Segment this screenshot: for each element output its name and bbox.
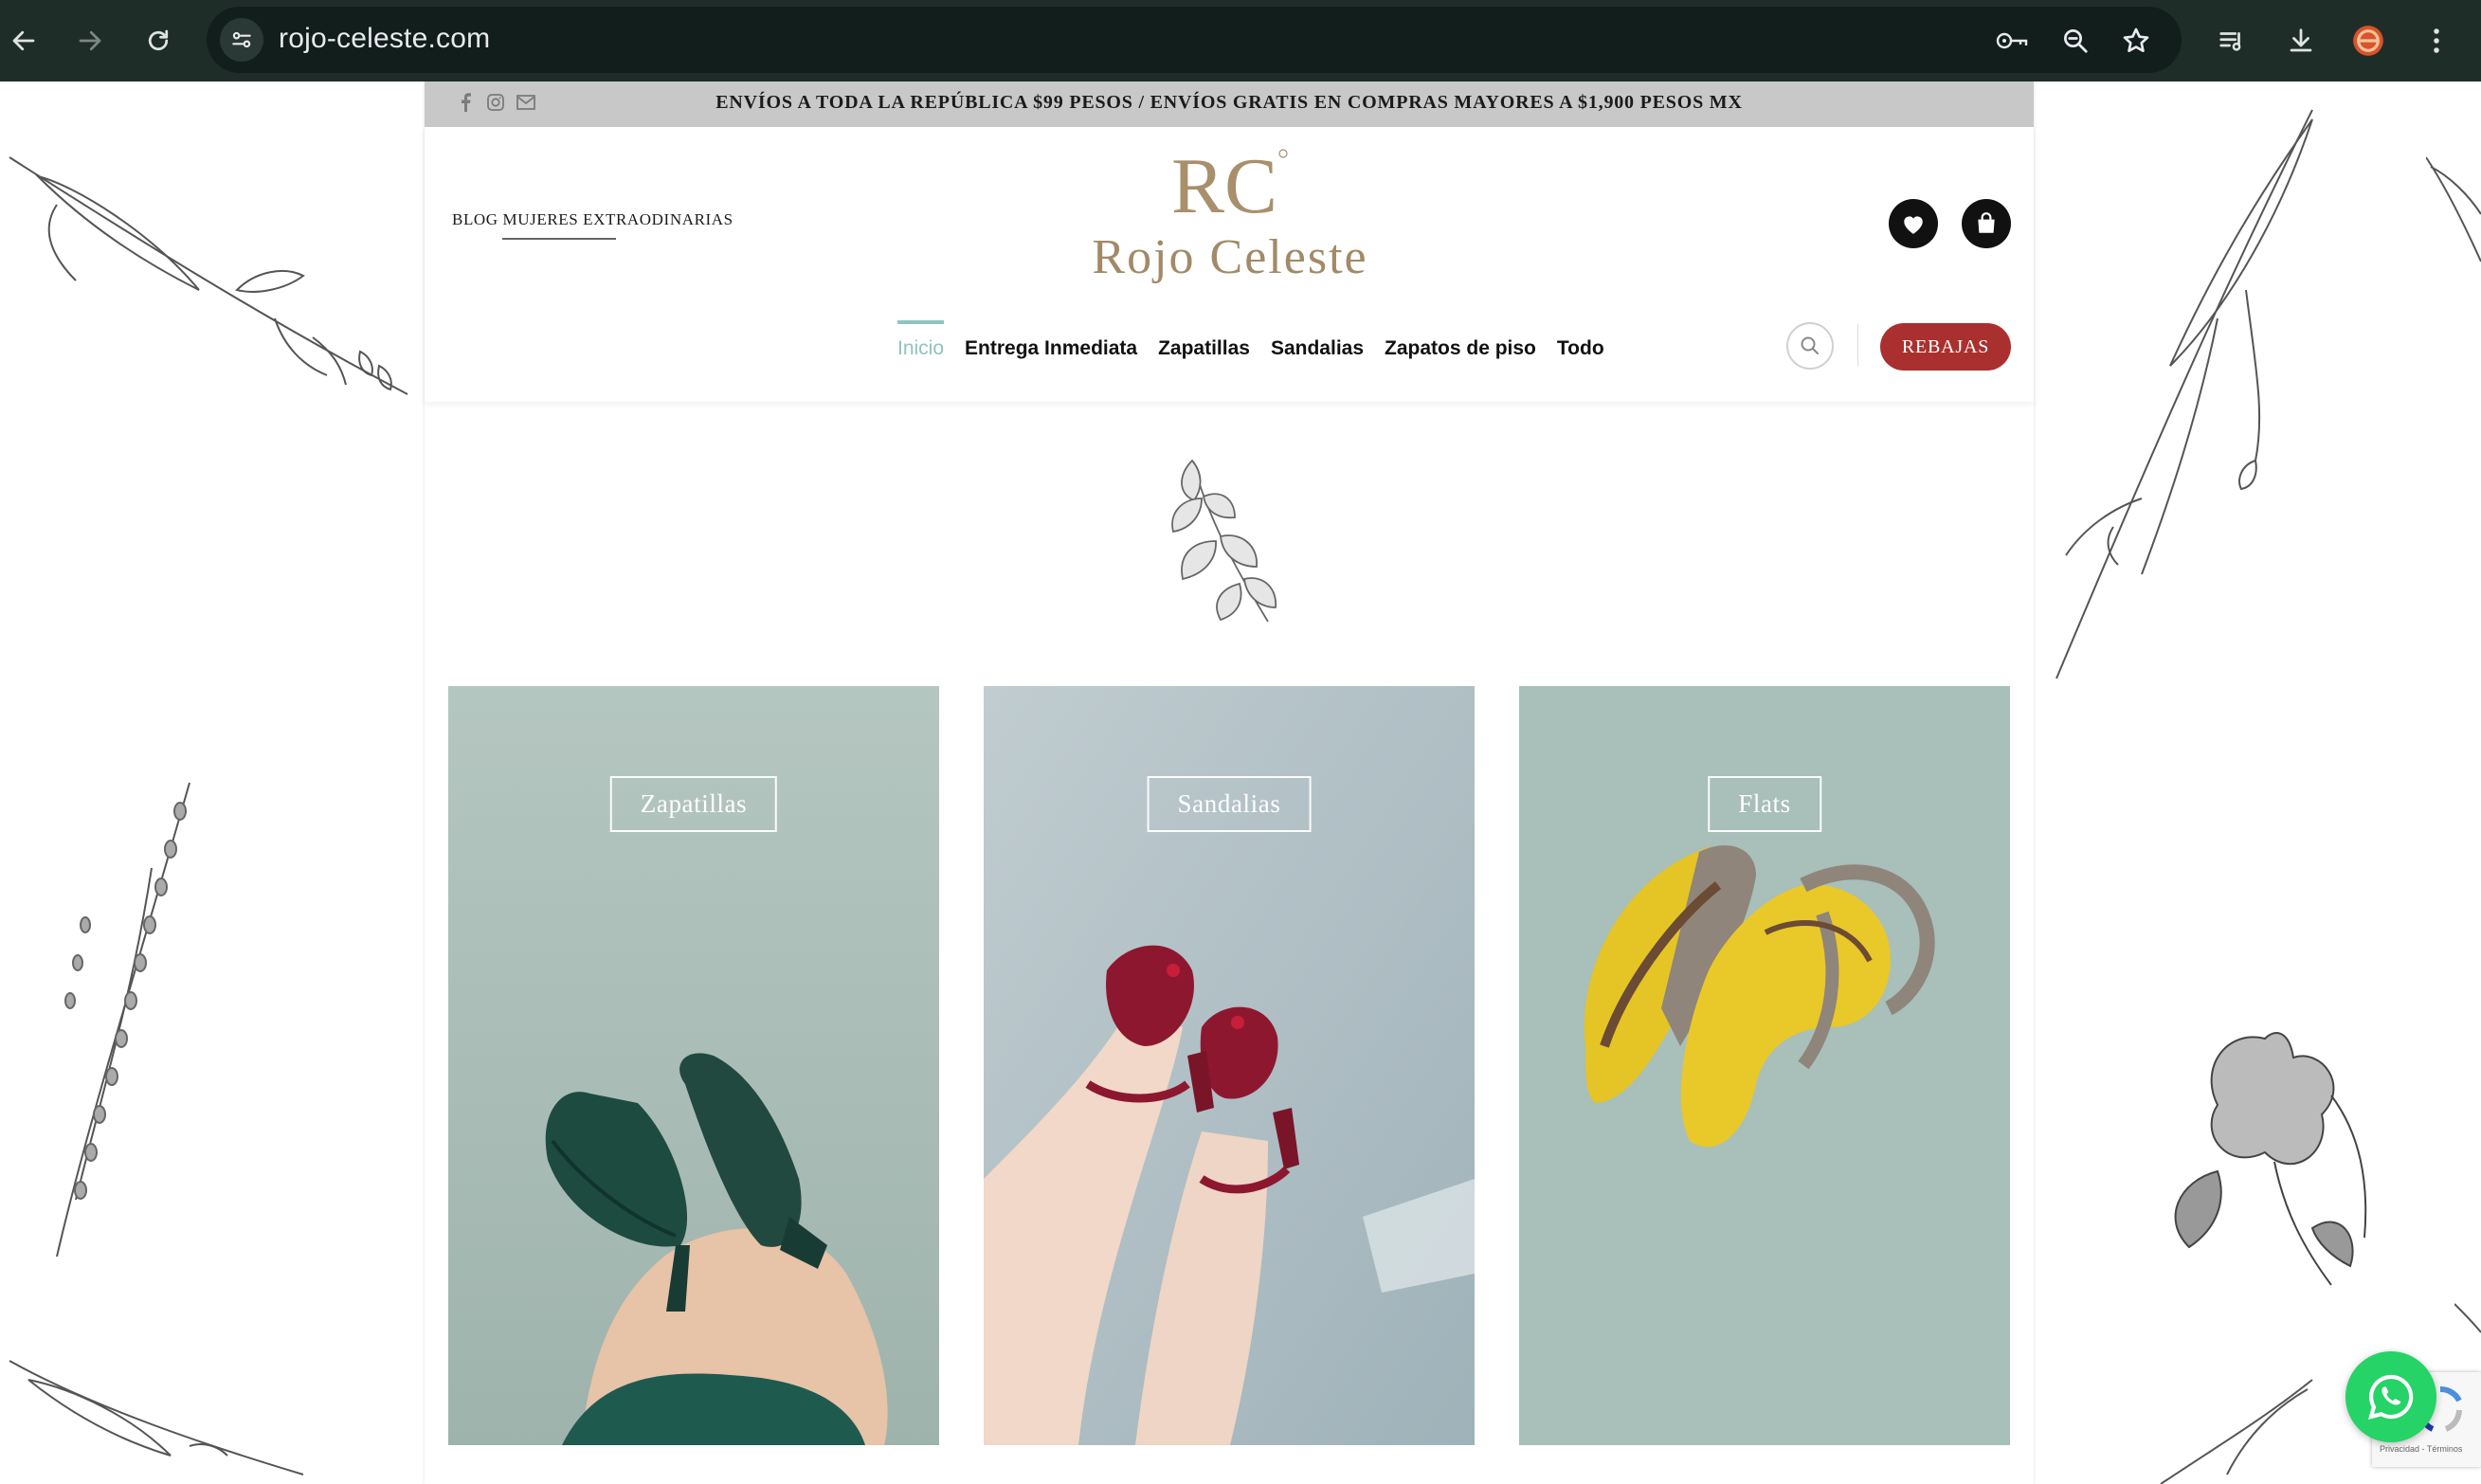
- flower-sketch-decoration: [2174, 1032, 2367, 1286]
- blog-link-underline: [502, 238, 616, 240]
- menu-item-inicio[interactable]: Inicio: [897, 320, 945, 360]
- back-arrow-icon[interactable]: [2, 19, 45, 63]
- forward-arrow-icon[interactable]: [68, 19, 112, 63]
- password-key-icon[interactable]: [1992, 20, 2034, 62]
- category-label[interactable]: Zapatillas: [609, 776, 778, 832]
- announcement-bar: ENVÍOS A TODA LA REPÚBLICA $99 PESOS / E…: [425, 81, 2034, 127]
- whatsapp-icon: [2364, 1370, 2418, 1423]
- botanical-sprig-decoration: [9, 156, 408, 395]
- url-text[interactable]: rojo-celeste.com: [279, 23, 490, 55]
- cart-button[interactable]: [1962, 199, 2011, 248]
- shipping-announcement: ENVÍOS A TODA LA REPÚBLICA $99 PESOS / E…: [715, 92, 1743, 113]
- category-card-flats[interactable]: Flats: [1519, 686, 2010, 1445]
- menu-item-sandalias[interactable]: Sandalias: [1271, 334, 1364, 360]
- category-label[interactable]: Flats: [1708, 776, 1821, 832]
- botanical-sprig-decoration: [2454, 1303, 2481, 1333]
- recaptcha-links[interactable]: Privacidad - Términos: [2380, 1444, 2462, 1454]
- header-divider: [1857, 324, 1858, 366]
- main-menu: Inicio Entrega Inmediata Zapatillas Sand…: [897, 320, 1604, 360]
- category-card-sandalias[interactable]: Sandalias: [984, 686, 1475, 1445]
- logo-monogram[interactable]: RC: [1169, 146, 1293, 222]
- menu-item-entrega-inmediata[interactable]: Entrega Inmediata: [965, 334, 1137, 360]
- category-label[interactable]: Sandalias: [1147, 776, 1312, 832]
- heart-icon: [1901, 212, 1926, 235]
- wishlist-button[interactable]: [1889, 199, 1938, 248]
- svg-text:RC: RC: [1171, 146, 1277, 222]
- whatsapp-button[interactable]: [2345, 1351, 2436, 1442]
- category-card-zapatillas[interactable]: Zapatillas: [448, 686, 939, 1445]
- menu-dots-icon[interactable]: [2413, 17, 2460, 64]
- address-bar[interactable]: rojo-celeste.com: [207, 7, 2182, 73]
- menu-item-todo[interactable]: Todo: [1557, 334, 1604, 360]
- bookmark-star-icon[interactable]: [2115, 20, 2157, 62]
- lavender-sketch-decoration: [56, 782, 190, 1258]
- download-icon[interactable]: [2277, 17, 2325, 64]
- sale-button[interactable]: REBAJAS: [1880, 323, 2011, 371]
- menu-item-zapatos-de-piso[interactable]: Zapatos de piso: [1385, 334, 1536, 360]
- site-settings-icon[interactable]: [220, 18, 263, 62]
- logo-wordmark[interactable]: Rojo Celeste: [1088, 229, 1372, 285]
- blog-link[interactable]: BLOG MUJERES EXTRAODINARIAS: [452, 210, 733, 229]
- menu-item-zapatillas[interactable]: Zapatillas: [1158, 334, 1250, 360]
- site-container: ENVÍOS A TODA LA REPÚBLICA $99 PESOS / E…: [425, 81, 2034, 1484]
- zoom-out-icon[interactable]: [2055, 20, 2096, 62]
- extension-icon[interactable]: [2345, 17, 2392, 64]
- site-header: BLOG MUJERES EXTRAODINARIAS RC Rojo Cele…: [425, 127, 2034, 402]
- search-icon: [1799, 335, 1821, 357]
- reload-icon[interactable]: [136, 19, 180, 63]
- botanical-sprig-decoration: [9, 1360, 304, 1475]
- botanical-sprig-decoration: [2055, 109, 2313, 679]
- shopping-bag-icon: [1974, 211, 1999, 236]
- search-button[interactable]: [1786, 322, 1834, 370]
- browser-toolbar: rojo-celeste.com: [0, 0, 2481, 81]
- leaf-sprig-decoration: [1171, 459, 1277, 623]
- botanical-sprig-decoration: [2160, 1379, 2313, 1484]
- media-queue-icon[interactable]: [2208, 17, 2255, 64]
- botanical-sprig-decoration: [2426, 156, 2481, 262]
